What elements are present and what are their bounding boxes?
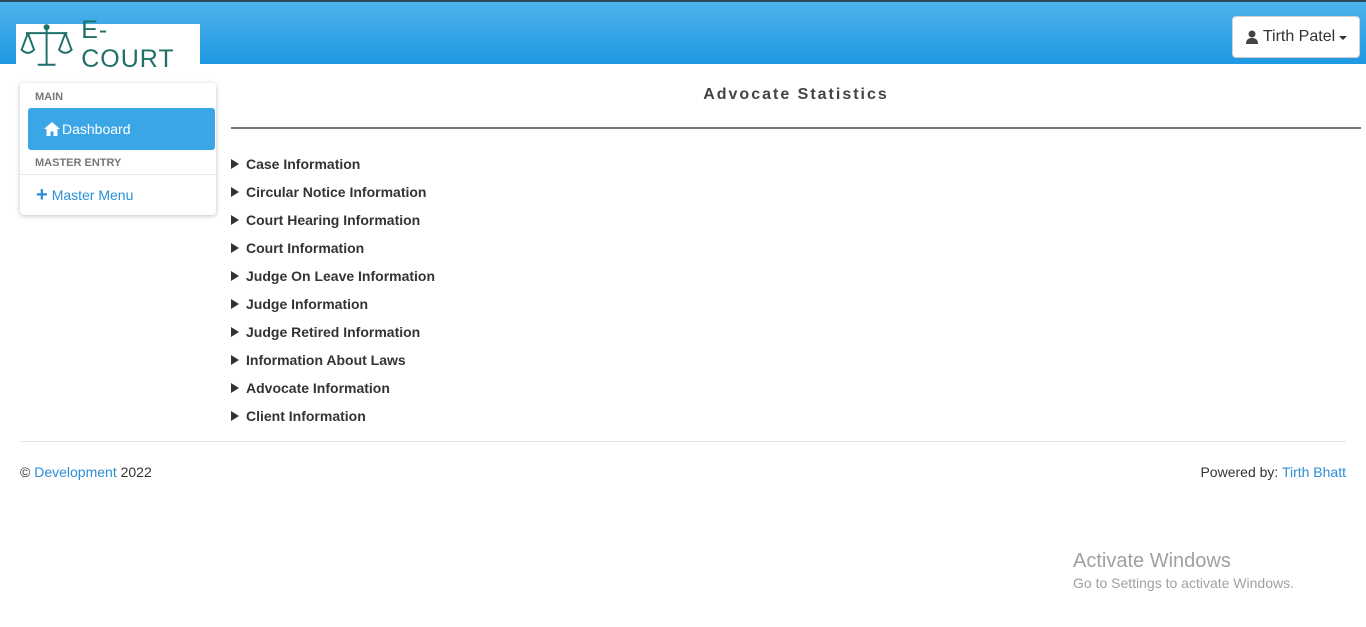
triangle-right-icon bbox=[231, 187, 239, 197]
watermark-title: Activate Windows bbox=[1073, 550, 1231, 572]
user-menu-button[interactable]: Tirth Patel bbox=[1232, 16, 1360, 58]
details-item-judge-on-leave-information[interactable]: Judge On Leave Information bbox=[231, 262, 435, 290]
sidebar-item-dashboard[interactable]: Dashboard bbox=[28, 108, 215, 150]
details-item-judge-information[interactable]: Judge Information bbox=[231, 290, 435, 318]
app-logo[interactable]: E-COURT bbox=[16, 16, 200, 73]
plus-icon: + bbox=[36, 184, 48, 206]
details-item-information-about-laws[interactable]: Information About Laws bbox=[231, 346, 435, 374]
details-item-circular-notice-information[interactable]: Circular Notice Information bbox=[231, 178, 435, 206]
details-item-label: Judge Retired Information bbox=[246, 324, 421, 340]
sidebar: MAIN Dashboard MASTER ENTRY + Master Men… bbox=[20, 83, 216, 215]
details-item-label: Advocate Information bbox=[246, 380, 390, 396]
details-item-court-information[interactable]: Court Information bbox=[231, 234, 435, 262]
details-item-case-information[interactable]: Case Information bbox=[231, 150, 435, 178]
details-item-court-hearing-information[interactable]: Court Hearing Information bbox=[231, 206, 435, 234]
details-item-label: Circular Notice Information bbox=[246, 184, 427, 200]
details-item-advocate-information[interactable]: Advocate Information bbox=[231, 374, 435, 402]
details-item-label: Information About Laws bbox=[246, 352, 406, 368]
page-title: Advocate Statistics bbox=[703, 86, 889, 103]
sidebar-divider bbox=[20, 174, 216, 175]
caret-down-icon bbox=[1339, 36, 1348, 40]
powered-by-label: Powered by: bbox=[1200, 464, 1279, 480]
sidebar-item-master-menu[interactable]: + Master Menu bbox=[36, 184, 134, 206]
details-item-judge-retired-information[interactable]: Judge Retired Information bbox=[231, 318, 435, 346]
user-icon bbox=[1245, 30, 1258, 44]
copyright-year: 2022 bbox=[120, 464, 152, 480]
development-link[interactable]: Development bbox=[34, 464, 117, 480]
home-icon bbox=[44, 122, 60, 136]
triangle-right-icon bbox=[231, 215, 239, 225]
footer-powered-by: Powered by: Tirth Bhatt bbox=[1200, 464, 1346, 480]
statistics-list: Case Information Circular Notice Informa… bbox=[231, 150, 435, 430]
watermark-subtitle: Go to Settings to activate Windows. bbox=[1073, 575, 1294, 591]
triangle-right-icon bbox=[231, 355, 239, 365]
scales-of-justice-icon bbox=[20, 24, 73, 66]
details-item-label: Judge On Leave Information bbox=[246, 268, 436, 284]
title-divider bbox=[231, 127, 1361, 129]
details-item-label: Case Information bbox=[246, 156, 361, 172]
details-item-label: Client Information bbox=[246, 408, 366, 424]
logo-text: E-COURT bbox=[81, 16, 175, 73]
details-item-label: Judge Information bbox=[246, 296, 369, 312]
footer-copyright: © Development 2022 bbox=[20, 464, 152, 480]
triangle-right-icon bbox=[231, 327, 239, 337]
copyright-symbol: © bbox=[20, 464, 31, 480]
triangle-right-icon bbox=[231, 159, 239, 169]
sidebar-section-main: MAIN bbox=[35, 91, 64, 103]
triangle-right-icon bbox=[231, 299, 239, 309]
details-item-label: Court Hearing Information bbox=[246, 212, 421, 228]
sidebar-item-label: Dashboard bbox=[62, 121, 131, 137]
user-name: Tirth Patel bbox=[1262, 28, 1336, 45]
top-navbar: E-COURT Tirth Patel bbox=[0, 0, 1366, 73]
sidebar-section-master: MASTER ENTRY bbox=[35, 157, 122, 169]
triangle-right-icon bbox=[231, 271, 239, 281]
triangle-right-icon bbox=[231, 411, 239, 421]
triangle-right-icon bbox=[231, 383, 239, 393]
details-item-client-information[interactable]: Client Information bbox=[231, 402, 435, 430]
activate-windows-watermark: Activate Windows Go to Settings to activ… bbox=[1073, 550, 1294, 591]
triangle-right-icon bbox=[231, 243, 239, 253]
author-link[interactable]: Tirth Bhatt bbox=[1282, 464, 1346, 480]
footer-divider bbox=[20, 441, 1346, 442]
sidebar-item-label: Master Menu bbox=[51, 187, 134, 203]
details-item-label: Court Information bbox=[246, 240, 365, 256]
